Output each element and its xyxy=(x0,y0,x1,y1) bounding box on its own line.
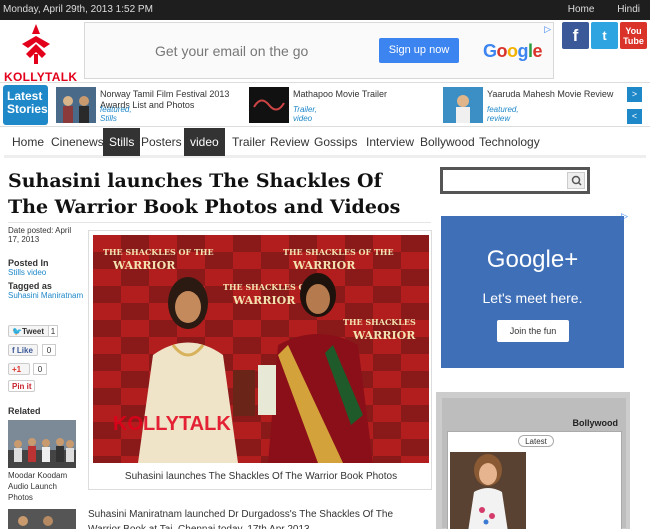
top-link-home[interactable]: Home xyxy=(568,4,595,15)
adchoices-icon[interactable]: ▷ xyxy=(544,24,551,35)
story-title[interactable]: Yaaruda Mahesh Movie Review xyxy=(487,89,627,100)
kollytalk-logo-icon xyxy=(22,24,50,64)
svg-text:THE SHACKLES OF THE: THE SHACKLES OF THE xyxy=(283,247,394,257)
article-headline: Suhasini launches The Shackles Of The Wa… xyxy=(8,170,401,218)
twitter-icon: 🐦 xyxy=(12,327,22,336)
article-meta: Date posted: April 17, 2013 Posted In St… xyxy=(8,226,84,300)
article-body: Suhasini Maniratnam launched Dr Durgados… xyxy=(88,509,394,529)
svg-text:THE SHACKLES: THE SHACKLES xyxy=(343,317,416,327)
tweet-count: 1 xyxy=(48,325,58,337)
nav-item-interview[interactable]: Interview xyxy=(360,128,420,156)
gplus-ad-subtitle: Let's meet here. xyxy=(482,290,583,306)
prev-story-button[interactable]: < xyxy=(627,109,642,124)
date-posted: Date posted: April 17, 2013 xyxy=(8,226,72,244)
join-button[interactable]: Join the fun xyxy=(497,320,569,342)
signup-button[interactable]: Sign up now xyxy=(379,38,459,63)
photo-watermark: KOLLYTALK xyxy=(113,413,231,435)
svg-text:WARRIOR: WARRIOR xyxy=(232,294,296,307)
related-thumbnail[interactable] xyxy=(8,509,76,529)
gplus-count: 0 xyxy=(33,363,47,375)
twitter-icon[interactable]: t xyxy=(591,22,618,49)
story-thumbnail xyxy=(56,87,96,123)
adchoices-icon[interactable]: ▷ xyxy=(621,211,628,222)
search-input[interactable] xyxy=(445,172,563,189)
nav-item-posters[interactable]: Posters xyxy=(135,128,188,156)
related-caption[interactable]: Moodar Koodam Audio Launch Photos xyxy=(8,470,80,503)
related-heading: Related xyxy=(8,406,41,416)
tagged-label: Tagged as xyxy=(8,281,52,291)
pinterest-button[interactable]: Pin it xyxy=(8,380,35,392)
main-nav: Home Cinenews Stills Posters video Trail… xyxy=(4,128,646,158)
google-logo: Google xyxy=(483,41,543,61)
search-icon xyxy=(571,175,582,186)
nav-item-technology[interactable]: Technology xyxy=(473,128,546,156)
search-box[interactable] xyxy=(440,167,590,194)
photo-caption: Suhasini launches The Shackles Of The Wa… xyxy=(124,471,398,482)
ad-text: Get your email on the go xyxy=(155,43,309,59)
tweet-button[interactable]: 🐦Tweet xyxy=(8,325,50,337)
tweet-label: Tweet xyxy=(21,327,45,336)
gplus-label: +1 xyxy=(12,365,22,374)
bollywood-panel: Bollywood Latest xyxy=(442,398,626,529)
facebook-icon: f xyxy=(12,346,15,355)
story-category[interactable]: featured, review xyxy=(487,105,519,123)
widget-content: Latest xyxy=(447,431,622,529)
svg-text:WARRIOR: WARRIOR xyxy=(112,259,176,272)
bollywood-widget: Bollywood Latest xyxy=(436,392,630,529)
google-ad-banner[interactable]: Get your email on the go Sign up now Goo… xyxy=(84,22,554,79)
story-category[interactable]: featured, Stills xyxy=(100,105,132,123)
related-thumbnail[interactable] xyxy=(8,420,76,468)
nav-item-bollywood[interactable]: Bollywood xyxy=(414,128,481,156)
facebook-icon[interactable]: f xyxy=(562,22,589,49)
svg-text:THE SHACKLES OF THE: THE SHACKLES OF THE xyxy=(103,247,214,257)
svg-text:WARRIOR: WARRIOR xyxy=(352,329,416,342)
like-count: 0 xyxy=(42,344,56,356)
latest-stories-label: Latest Stories xyxy=(3,85,48,125)
site-logo[interactable]: KOLLYTALK xyxy=(4,24,77,84)
divider xyxy=(8,222,431,223)
next-story-button[interactable]: > xyxy=(627,87,642,102)
article-photo-box: THE SHACKLES OF THE THE SHACKLES OF THE W… xyxy=(88,230,432,490)
search-button[interactable] xyxy=(567,172,585,189)
article-photo[interactable]: THE SHACKLES OF THE THE SHACKLES OF THE W… xyxy=(93,235,429,463)
like-label: Like xyxy=(16,346,33,355)
like-button[interactable]: f Like xyxy=(8,344,38,356)
gplus-ad-panel: Google+ Let's meet here. Join the fun xyxy=(441,216,624,368)
story-title[interactable]: Mathapoo Movie Trailer xyxy=(293,89,433,100)
gplus-ad-title: Google+ xyxy=(486,246,579,273)
posted-in-categories[interactable]: Stills video xyxy=(8,268,84,277)
story-category[interactable]: Trailer, video xyxy=(293,105,317,123)
gplus-button[interactable]: +1 xyxy=(8,363,30,375)
nav-item-gossips[interactable]: Gossips xyxy=(308,128,363,156)
google-plus-ad[interactable]: Google+ Let's meet here. Join the fun ▷ xyxy=(436,211,630,371)
nav-item-video[interactable]: video xyxy=(184,128,225,156)
latest-stories-bar: Latest Stories Norway Tamil Film Festiva… xyxy=(0,82,650,127)
story-thumbnail xyxy=(443,87,483,123)
posted-in-label: Posted In xyxy=(8,258,49,268)
youtube-icon[interactable]: You Tube xyxy=(620,22,647,49)
svg-text:WARRIOR: WARRIOR xyxy=(292,259,356,272)
story-thumbnail xyxy=(249,87,289,123)
current-date: Monday, April 29th, 2013 1:52 PM xyxy=(3,4,153,15)
top-bar: Monday, April 29th, 2013 1:52 PM Home Hi… xyxy=(0,0,650,20)
nav-item-home[interactable]: Home xyxy=(6,128,50,156)
widget-title: Bollywood xyxy=(572,418,619,428)
tab-latest[interactable]: Latest xyxy=(518,435,554,447)
bollywood-thumbnail[interactable] xyxy=(450,452,526,529)
tag-link[interactable]: Suhasini Maniratnam xyxy=(8,291,84,300)
top-links: Home Hindi xyxy=(548,4,640,15)
pin-label: Pin it xyxy=(12,382,32,391)
top-link-hindi[interactable]: Hindi xyxy=(617,4,640,15)
site-header: KOLLYTALK Get your email on the go Sign … xyxy=(0,20,650,84)
nav-item-cinenews[interactable]: Cinenews xyxy=(45,128,110,156)
